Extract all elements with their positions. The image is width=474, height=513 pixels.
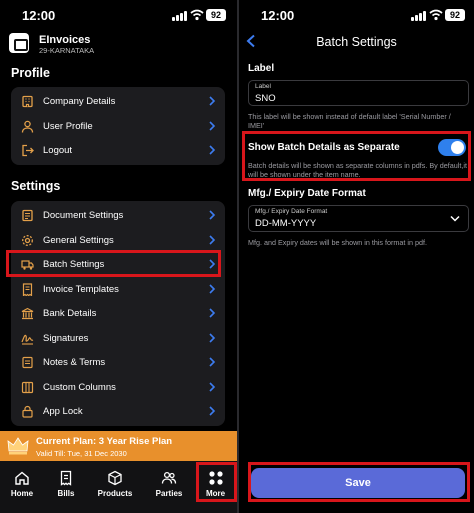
menu-item-label: Bank Details bbox=[43, 308, 97, 319]
date-format-value: DD-MM-YYYY bbox=[255, 218, 317, 229]
menu-item-custom-columns[interactable]: Custom Columns bbox=[11, 375, 225, 400]
more-screen: 12:00 92 EInvoices 29-KARNATAKA Profile … bbox=[0, 0, 237, 513]
battery-icon: 92 bbox=[206, 9, 226, 21]
user-icon bbox=[21, 120, 34, 133]
battery-icon: 92 bbox=[445, 9, 465, 21]
document-icon bbox=[22, 209, 33, 222]
chevron-right-icon bbox=[209, 234, 216, 245]
tab-products[interactable]: Products bbox=[92, 461, 138, 513]
menu-item-logout[interactable]: Logout bbox=[11, 138, 225, 163]
save-highlight bbox=[248, 462, 470, 502]
tab-home[interactable]: Home bbox=[0, 461, 44, 513]
wifi-icon bbox=[429, 9, 443, 21]
crown-icon bbox=[7, 437, 29, 455]
chevron-down-icon bbox=[450, 215, 460, 222]
label-input-label: Label bbox=[255, 83, 271, 90]
menu-item-label: App Lock bbox=[43, 406, 83, 417]
chevron-right-icon bbox=[209, 210, 216, 220]
label-input[interactable]: Label SNO bbox=[248, 80, 469, 106]
menu-item-label: Logout bbox=[43, 145, 73, 156]
menu-item-notes-terms[interactable]: Notes & Terms bbox=[11, 350, 225, 375]
tab-parties[interactable]: Parties bbox=[147, 461, 191, 513]
gear-icon bbox=[22, 234, 33, 246]
current-plan-banner[interactable]: Current Plan: 3 Year Rise Plan Valid Til… bbox=[0, 431, 237, 461]
menu-item-label: Company Details bbox=[43, 96, 116, 107]
menu-item-label: Signatures bbox=[43, 332, 89, 344]
chevron-right-icon bbox=[209, 381, 216, 392]
menu-item-company-details[interactable]: Company Details bbox=[11, 89, 225, 114]
toggle-highlight bbox=[242, 131, 471, 181]
tab-label: Parties bbox=[155, 489, 183, 498]
tab-bills[interactable]: Bills bbox=[44, 461, 88, 513]
menu-item-invoice-templates[interactable]: Invoice Templates bbox=[11, 277, 225, 302]
settings-menu: Document Settings General Settings Batch… bbox=[11, 201, 225, 426]
menu-item-label: Notes & Terms bbox=[43, 357, 106, 368]
menu-item-label: General Settings bbox=[43, 234, 114, 246]
date-format-hint: Mfg. and Expiry dates will be shown in t… bbox=[248, 238, 427, 247]
profile-section-title: Profile bbox=[11, 66, 50, 80]
menu-item-label: Custom Columns bbox=[43, 381, 116, 393]
menu-item-general-settings[interactable]: General Settings bbox=[11, 228, 225, 253]
logout-icon bbox=[22, 144, 34, 157]
menu-item-user-profile[interactable]: User Profile bbox=[11, 114, 225, 139]
menu-item-document-settings[interactable]: Document Settings bbox=[11, 203, 225, 228]
chevron-right-icon bbox=[209, 283, 216, 294]
more-tab-highlight bbox=[196, 462, 237, 502]
signal-icon bbox=[411, 11, 427, 21]
page-title: Batch Settings bbox=[316, 35, 397, 49]
chevron-right-icon bbox=[209, 332, 216, 343]
chevron-right-icon bbox=[209, 96, 216, 106]
date-format-select[interactable]: Mfg./ Expiry Date Format DD-MM-YYYY bbox=[248, 205, 469, 232]
signal-icon bbox=[172, 11, 188, 21]
notes-icon bbox=[22, 356, 33, 369]
chevron-right-icon bbox=[209, 145, 216, 155]
chevron-right-icon bbox=[209, 357, 216, 367]
home-icon bbox=[15, 471, 29, 485]
settings-section-title: Settings bbox=[11, 179, 61, 193]
wifi-icon bbox=[190, 9, 204, 21]
tab-label: Products bbox=[97, 489, 133, 498]
menu-item-label: Invoice Templates bbox=[43, 283, 119, 295]
bank-icon bbox=[21, 307, 34, 320]
batch-settings-highlight bbox=[6, 250, 221, 277]
plan-valid-till: Valid Till: Tue, 31 Dec 2030 bbox=[36, 449, 127, 458]
invoice-icon bbox=[22, 282, 33, 296]
app-logo-icon bbox=[9, 33, 29, 53]
batch-settings-screen: 12:00 92 Batch Settings Label Label SNO … bbox=[239, 0, 474, 513]
status-time: 12:00 bbox=[22, 8, 56, 23]
menu-item-signatures[interactable]: Signatures bbox=[11, 326, 225, 351]
menu-item-app-lock[interactable]: App Lock bbox=[11, 399, 225, 424]
profile-menu: Company Details User Profile Logout bbox=[11, 87, 225, 165]
brand-subtitle: 29-KARNATAKA bbox=[39, 46, 95, 55]
chevron-right-icon bbox=[209, 308, 216, 318]
lock-icon bbox=[22, 405, 33, 418]
tab-label: Home bbox=[10, 489, 34, 498]
menu-item-label: User Profile bbox=[43, 120, 93, 132]
brand-name: EInvoices bbox=[39, 34, 91, 46]
building-icon bbox=[22, 95, 33, 108]
status-bar: 12:00 92 bbox=[0, 0, 237, 30]
label-input-value: SNO bbox=[255, 93, 276, 104]
status-time: 12:00 bbox=[261, 8, 295, 23]
plan-title: Current Plan: 3 Year Rise Plan bbox=[36, 436, 173, 447]
menu-item-label: Document Settings bbox=[43, 210, 124, 221]
status-bar: 12:00 92 bbox=[239, 0, 474, 30]
users-icon bbox=[161, 471, 177, 484]
tab-label: Bills bbox=[57, 489, 75, 498]
bill-icon bbox=[60, 470, 72, 486]
date-format-heading: Mfg./ Expiry Date Format bbox=[248, 188, 366, 199]
label-hint: This label will be shown instead of defa… bbox=[248, 112, 451, 130]
box-icon bbox=[108, 470, 122, 486]
menu-item-bank-details[interactable]: Bank Details bbox=[11, 301, 225, 326]
chevron-right-icon bbox=[209, 406, 216, 416]
chevron-right-icon bbox=[209, 120, 216, 131]
date-format-label: Mfg./ Expiry Date Format bbox=[255, 208, 328, 215]
signature-icon bbox=[21, 334, 34, 345]
label-heading: Label bbox=[248, 63, 275, 74]
columns-icon bbox=[21, 381, 34, 393]
